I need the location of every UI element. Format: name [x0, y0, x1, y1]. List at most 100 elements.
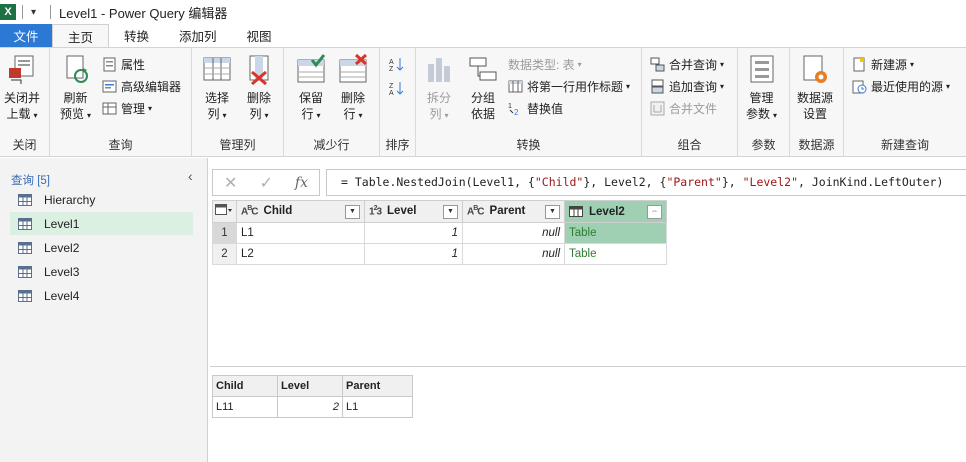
filter-dropdown-button[interactable]: ▼ — [345, 204, 360, 219]
first-row-header-icon — [508, 80, 523, 92]
append-queries-button[interactable]: 追加查询 ▾ — [650, 76, 724, 96]
recent-sources-button[interactable]: 最近使用的源 ▾ — [852, 76, 950, 96]
table-icon — [18, 241, 32, 254]
close-load-button[interactable]: 关闭并 上载 ▾ — [4, 54, 40, 124]
group-query: 刷新 预览 ▾ 属性 高级编辑器 管理 ▾ 查询 — [50, 48, 192, 156]
text-type-icon[interactable]: ABC — [241, 205, 259, 217]
group-label-sort: 排序 — [385, 138, 410, 152]
fx-icon[interactable]: fx — [295, 175, 308, 191]
first-row-header-button[interactable]: 将第一行用作标题 ▾ — [508, 76, 630, 96]
data-type-dropdown[interactable]: 数据类型: 表 ▾ — [508, 54, 582, 74]
table-type-icon[interactable] — [569, 206, 583, 217]
ribbon: 关闭并 上载 ▾ 关闭 刷新 预览 ▾ 属性 高级编辑器 管理 ▾ 查询 选择 … — [0, 47, 966, 157]
group-label-combine: 组合 — [677, 138, 702, 152]
number-type-icon[interactable]: 123 — [369, 205, 382, 217]
replace-values-button[interactable]: 12 替换值 — [508, 98, 563, 118]
table-menu-header[interactable] — [212, 200, 237, 223]
remove-rows-button[interactable]: 删除 行 ▾ — [338, 54, 368, 124]
refresh-preview-button[interactable]: 刷新 预览 ▾ — [60, 54, 91, 124]
group-combine: 合并查询 ▾ 追加查询 ▾ 合并文件 组合 — [642, 48, 738, 156]
queries-header[interactable]: 查询 [5] — [11, 172, 50, 188]
manage-button[interactable]: 管理 ▾ — [102, 98, 152, 118]
tab-home[interactable]: 主页 — [52, 24, 110, 47]
merge-queries-icon — [650, 57, 665, 71]
query-label: Level1 — [44, 216, 80, 231]
tab-view[interactable]: 视图 — [232, 24, 287, 47]
excel-logo-icon: X — [0, 4, 16, 20]
title-separator-2 — [50, 5, 52, 19]
cell-parent[interactable]: null — [462, 243, 565, 265]
cell-child[interactable]: L1 — [236, 222, 365, 244]
formula-buttons: ✕ ✓ fx — [212, 169, 320, 196]
query-item-level1[interactable]: Level1 — [10, 212, 193, 235]
combine-files-button[interactable]: 合并文件 — [650, 98, 717, 118]
advanced-editor-icon — [102, 80, 117, 92]
preview-row: L11 2 L1 — [212, 396, 413, 418]
query-label: Level2 — [44, 240, 80, 255]
cell-parent[interactable]: null — [462, 222, 565, 244]
choose-columns-icon — [203, 57, 231, 81]
sort-descending-button[interactable]: ZA — [389, 78, 408, 98]
choose-columns-button[interactable]: 选择 列 ▾ — [202, 54, 232, 124]
row-number[interactable]: 2 — [212, 243, 237, 265]
append-queries-icon — [651, 79, 664, 93]
data-source-settings-icon — [803, 55, 827, 83]
collapse-pane-icon[interactable]: ‹ — [188, 168, 193, 184]
cancel-formula-icon[interactable]: ✕ — [224, 173, 237, 193]
preview-cell-level: 2 — [277, 396, 343, 418]
advanced-editor-button[interactable]: 高级编辑器 — [102, 76, 181, 96]
tab-add-column[interactable]: 添加列 — [164, 24, 232, 47]
query-item-hierarchy[interactable]: Hierarchy — [10, 188, 193, 211]
column-header-level2[interactable]: Level2 ⇔ — [564, 200, 667, 223]
filter-dropdown-button[interactable]: ▼ — [545, 204, 560, 219]
table-row[interactable]: 2 L2 1 null Table — [212, 243, 667, 265]
sort-ascending-button[interactable]: AZ — [389, 54, 408, 74]
preview-header-level: Level — [277, 375, 343, 397]
svg-text:Z: Z — [389, 83, 394, 90]
group-label-params: 参数 — [751, 138, 776, 152]
keep-rows-button[interactable]: 保留 行 ▾ — [296, 54, 326, 124]
column-header-level[interactable]: 123 Level ▼ — [364, 200, 463, 223]
query-item-level4[interactable]: Level4 — [10, 284, 193, 307]
commit-formula-icon[interactable]: ✓ — [259, 173, 272, 193]
group-label-data-source: 数据源 — [798, 138, 835, 152]
cell-level[interactable]: 1 — [364, 222, 463, 244]
properties-button[interactable]: 属性 — [102, 54, 145, 74]
column-header-child[interactable]: ABC Child ▼ — [236, 200, 365, 223]
preview-divider[interactable] — [210, 366, 966, 367]
cell-level2-table-link[interactable]: Table — [564, 222, 667, 244]
row-number[interactable]: 1 — [212, 222, 237, 244]
data-source-settings-button[interactable]: 数据源 设置 — [797, 54, 833, 122]
query-item-level2[interactable]: Level2 — [10, 236, 193, 259]
column-header-parent[interactable]: ABC Parent ▼ — [462, 200, 565, 223]
group-by-button[interactable]: 分组 依据 — [468, 54, 498, 122]
table-row[interactable]: 1 L1 1 null Table — [212, 222, 667, 244]
data-grid: ABC Child ▼ 123 Level ▼ ABC Parent ▼ Level2 ⇔ 1 — [212, 200, 667, 265]
svg-text:1: 1 — [508, 103, 512, 110]
new-source-button[interactable]: 新建源 ▾ — [852, 54, 914, 74]
text-type-icon[interactable]: ABC — [467, 205, 485, 217]
formula-input[interactable]: = Table.NestedJoin(Level1, {"Child"}, Le… — [326, 169, 966, 196]
query-label: Level3 — [44, 264, 80, 279]
expand-column-button[interactable]: ⇔ — [647, 204, 662, 219]
table-preview-pane: Child Level Parent L11 2 L1 — [212, 375, 413, 418]
manage-params-button[interactable]: 管理 参数 ▾ — [746, 54, 777, 124]
group-transform: 拆分 列 ▾ 分组 依据 数据类型: 表 ▾ 将第一行用作标题 ▾ 12 替换值 转换 — [416, 48, 642, 156]
split-column-button[interactable]: 拆分 列 ▾ — [424, 54, 454, 124]
merge-queries-button[interactable]: 合并查询 ▾ — [650, 54, 724, 74]
filter-dropdown-button[interactable]: ▼ — [443, 204, 458, 219]
sort-ascending-icon: AZ — [389, 57, 404, 72]
group-data-source: 数据源 设置 数据源 — [790, 48, 844, 156]
remove-columns-button[interactable]: 删除 列 ▾ — [244, 54, 274, 124]
cell-level2-table-link[interactable]: Table — [564, 243, 667, 265]
tab-file[interactable]: 文件 — [0, 24, 52, 47]
cell-child[interactable]: L2 — [236, 243, 365, 265]
new-source-icon — [853, 57, 865, 71]
cell-level[interactable]: 1 — [364, 243, 463, 265]
svg-text:2: 2 — [514, 108, 519, 116]
tab-transform[interactable]: 转换 — [109, 24, 164, 47]
svg-text:Z: Z — [389, 66, 394, 72]
manage-params-icon — [750, 55, 774, 83]
quick-access-dropdown-icon[interactable]: ▾ — [31, 7, 36, 18]
query-item-level3[interactable]: Level3 — [10, 260, 193, 283]
